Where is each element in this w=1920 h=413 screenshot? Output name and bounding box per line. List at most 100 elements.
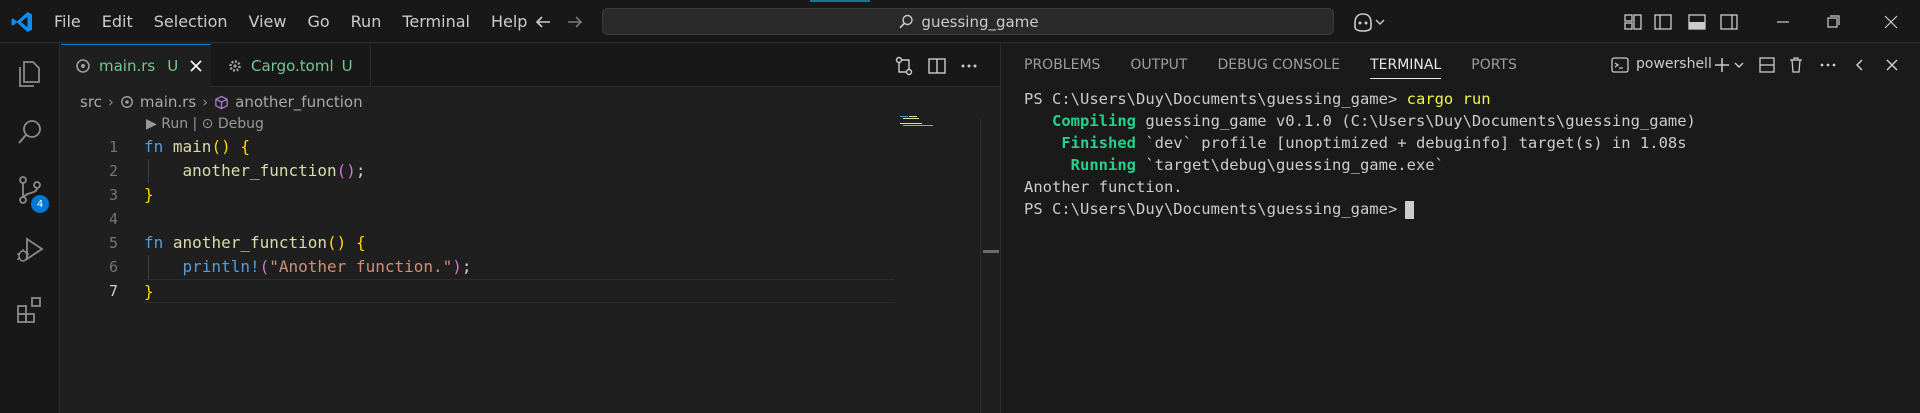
code-token: } — [144, 282, 154, 301]
menu-file[interactable]: File — [54, 12, 81, 31]
window-accent — [810, 0, 870, 2]
split-terminal-icon[interactable] — [1757, 55, 1777, 75]
chevron-right-icon: › — [107, 93, 114, 111]
split-editor-icon[interactable] — [926, 55, 948, 77]
breadcrumb-folder[interactable]: src — [80, 93, 102, 111]
panel-tab-problems[interactable]: PROBLEMS — [1024, 44, 1100, 87]
toggle-panel-icon[interactable] — [1686, 11, 1708, 33]
close-window-icon[interactable] — [1880, 11, 1902, 33]
run-debug-icon[interactable] — [14, 234, 46, 266]
restore-icon[interactable] — [1822, 11, 1844, 33]
source-control-badge: 4 — [31, 195, 49, 213]
menu-selection[interactable]: Selection — [154, 12, 228, 31]
toggle-primary-sidebar-icon[interactable] — [1652, 11, 1674, 33]
rust-file-icon — [76, 59, 90, 73]
terminal-line: Running `target\debug\guessing_game.exe` — [1024, 154, 1904, 176]
tab-status: U — [341, 56, 353, 75]
code-token: fn — [144, 137, 164, 156]
code-token: "Another function." — [269, 257, 453, 276]
terminal-icon — [1611, 57, 1629, 73]
breadcrumb: src › main.rs › another_function — [80, 92, 363, 112]
code-line: fn another_function() { — [144, 231, 894, 255]
code-token: () — [211, 137, 231, 156]
chevron-down-icon[interactable] — [1732, 55, 1746, 75]
line-number-gutter: 1 2 3 4 5 6 7 — [90, 135, 118, 303]
code-editor[interactable]: fn main() { another_function();} fn anoth… — [144, 135, 894, 303]
code-token: println! — [182, 257, 260, 276]
editor-vertical-scrollbar[interactable] — [980, 118, 1000, 413]
terminal-command: cargo run — [1406, 90, 1491, 108]
menu-view[interactable]: View — [249, 12, 287, 31]
menu-run[interactable]: Run — [351, 12, 382, 31]
tab-main-rs[interactable]: main.rs U — [61, 44, 211, 87]
customize-layout-icon[interactable] — [1622, 11, 1644, 33]
code-line: fn main() { — [144, 135, 894, 159]
more-actions-icon[interactable] — [1818, 55, 1838, 75]
code-token: fn — [144, 233, 164, 252]
line-number: 7 — [108, 282, 118, 300]
forward-arrow-icon[interactable] — [564, 11, 586, 33]
terminal-line: PS C:\Users\Duy\Documents\guessing_game> — [1024, 198, 1904, 220]
run-debug-codelens[interactable]: ▶ Run | ⊙ Debug — [146, 116, 264, 132]
line-number: 2 — [108, 162, 118, 180]
breadcrumb-file[interactable]: main.rs — [140, 93, 196, 111]
toggle-secondary-sidebar-icon[interactable] — [1718, 11, 1740, 33]
cargo-status-text: guessing_game v0.1.0 (C:\Users\Duy\Docum… — [1135, 112, 1696, 130]
trash-icon[interactable] — [1786, 55, 1806, 75]
back-arrow-icon[interactable] — [532, 11, 554, 33]
code-line: another_function(); — [144, 159, 894, 183]
breadcrumb-symbol[interactable]: another_function — [235, 93, 362, 111]
minimap[interactable] — [900, 115, 940, 127]
close-tab-icon[interactable] — [188, 58, 204, 74]
gear-icon — [229, 59, 241, 72]
cargo-status-label: Compiling — [1024, 112, 1136, 130]
code-line: } — [144, 279, 894, 303]
code-token: () — [336, 161, 356, 180]
panel-tab-ports[interactable]: PORTS — [1471, 44, 1517, 87]
chevron-left-icon[interactable] — [1850, 55, 1870, 75]
tab-status: U — [167, 57, 179, 75]
code-token: ) — [452, 257, 462, 276]
search-icon[interactable] — [14, 116, 46, 148]
menu-terminal[interactable]: Terminal — [402, 12, 470, 31]
minimize-icon[interactable] — [1772, 11, 1794, 33]
vscode-logo-icon[interactable] — [10, 10, 34, 34]
panel-tab-debug-console[interactable]: DEBUG CONSOLE — [1217, 44, 1340, 87]
tab-label: Cargo.toml — [251, 56, 334, 75]
more-actions-icon[interactable] — [958, 55, 980, 77]
terminal-line: Compiling guessing_game v0.1.0 (C:\Users… — [1024, 110, 1904, 132]
cargo-status-text: `dev` profile [unoptimized + debuginfo] … — [1135, 134, 1687, 152]
code-token: { — [240, 137, 250, 156]
terminal-line: Another function. — [1024, 178, 1183, 196]
code-token: ; — [355, 161, 366, 180]
line-number: 3 — [108, 186, 118, 204]
code-line: } — [144, 183, 894, 207]
new-terminal-plus-icon[interactable] — [1712, 55, 1732, 75]
line-number: 4 — [108, 210, 118, 228]
copilot-icon[interactable] — [1352, 11, 1386, 33]
terminal-shell-label[interactable]: powershell — [1636, 56, 1712, 72]
tab-label: main.rs — [99, 57, 156, 75]
panel-tabs: PROBLEMS OUTPUT DEBUG CONSOLE TERMINAL PORTS — [1024, 44, 1547, 87]
explorer-icon[interactable] — [14, 58, 46, 90]
close-panel-icon[interactable] — [1882, 55, 1902, 75]
command-center-search[interactable]: guessing_game — [602, 8, 1334, 35]
menu-go[interactable]: Go — [307, 12, 329, 31]
terminal-line: Finished `dev` profile [unoptimized + de… — [1024, 132, 1904, 154]
panel-tab-terminal[interactable]: TERMINAL — [1370, 44, 1442, 87]
search-icon — [899, 14, 914, 28]
menu-help[interactable]: Help — [491, 12, 527, 31]
open-changes-icon[interactable] — [893, 55, 915, 77]
terminal-prompt: PS C:\Users\Duy\Documents\guessing_game> — [1024, 90, 1407, 108]
code-token: } — [144, 185, 154, 204]
terminal-output[interactable]: PS C:\Users\Duy\Documents\guessing_game>… — [1024, 88, 1904, 220]
extensions-icon[interactable] — [14, 294, 46, 326]
search-text: guessing_game — [921, 12, 1039, 31]
menu-edit[interactable]: Edit — [102, 12, 133, 31]
panel-tab-output[interactable]: OUTPUT — [1130, 44, 1187, 87]
tab-cargo-toml[interactable]: Cargo.toml U — [211, 44, 371, 87]
